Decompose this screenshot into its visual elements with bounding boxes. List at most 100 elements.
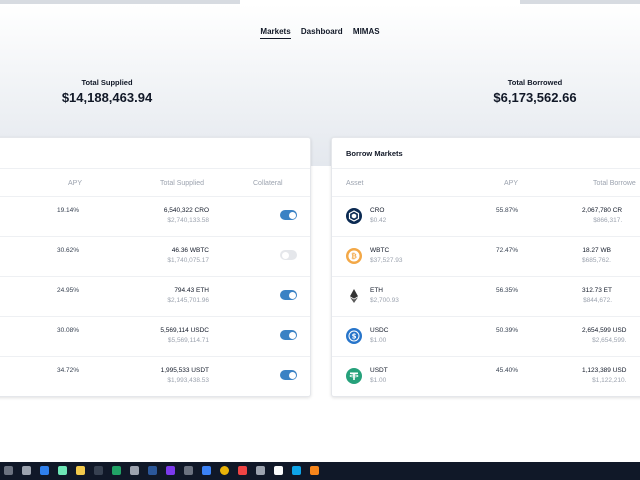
asset-price: $1.00 — [370, 337, 387, 344]
borrow-amount-usd: $844,672. — [583, 297, 612, 304]
total-supplied-value: $14,188,463.94 — [61, 90, 153, 105]
asset-name: USDT $1.00 — [370, 367, 388, 384]
borrow-row[interactable]: ETH $2,700.93 56.35% 312.73 ET $844,672. — [332, 277, 640, 317]
asset-symbol: USDC — [370, 327, 389, 334]
asset-price: $0.42 — [370, 217, 387, 224]
total-supplied-label: Total Supplied — [81, 78, 133, 87]
asset-symbol: WBTC — [370, 247, 390, 254]
total-borrowed-value: $6,173,562.66 — [493, 90, 577, 105]
collateral-toggle[interactable] — [280, 250, 297, 260]
apy-header: APY — [504, 180, 519, 187]
borrow-row[interactable]: USDT $1.00 45.40% 1,123,389 USD $1,122,210… — [332, 357, 640, 397]
asset-name: CRO $0.42 — [370, 207, 386, 224]
total-borrowed-stat: Total Borrowed $6,173,562.66 — [455, 78, 615, 105]
supply-apy: 24.95% — [56, 287, 79, 294]
supply-amount-usd: $2,145,701.96 — [167, 297, 209, 304]
borrow-amount-usd: $866,317. — [593, 217, 623, 224]
collateral-toggle[interactable] — [280, 210, 297, 220]
borrow-table-header: Asset APY Total Borrowe — [332, 169, 640, 197]
supply-row[interactable]: 30.08% 5,569,114 USDC $5,569,114.71 — [0, 317, 310, 357]
app-icon[interactable] — [184, 466, 193, 475]
asset-symbol: ETH — [370, 287, 383, 294]
supply-apy: 19.14% — [56, 207, 79, 214]
borrow-apy: 72.47% — [496, 247, 519, 254]
borrow-apy: 45.40% — [496, 367, 519, 374]
cro-icon — [346, 208, 362, 224]
collateral-toggle[interactable] — [280, 370, 297, 380]
borrow-amount-usd: $2,654,599. — [592, 337, 627, 344]
nav-markets[interactable]: Markets — [260, 27, 291, 39]
asset-header: Asset — [346, 180, 364, 187]
total-borrowed-header: Total Borrowe — [593, 180, 636, 187]
app-icon[interactable] — [22, 466, 31, 475]
top-nav: Markets Dashboard MIMAS — [0, 27, 640, 39]
metamask-icon[interactable] — [310, 466, 319, 475]
supply-table-header: APY Total Supplied Collateral — [0, 169, 310, 197]
collateral-toggle[interactable] — [280, 290, 297, 300]
supply-amount: 5,569,114 USDC $5,569,114.71 — [160, 327, 209, 344]
total-supplied-stat: Total Supplied $14,188,463.94 — [27, 78, 187, 105]
supply-apy: 30.08% — [56, 327, 79, 334]
borrow-amount-token: 2,067,780 CR — [582, 207, 623, 214]
supply-markets-card: APY Total Supplied Collateral 19.14% 6,5… — [0, 137, 311, 397]
taskbar — [0, 462, 640, 480]
app-icon[interactable] — [256, 466, 265, 475]
borrow-row[interactable]: ₿ WBTC $37,527.93 72.47% 18.27 WB $685,762… — [332, 237, 640, 277]
apy-header: APY — [68, 180, 83, 187]
chrome-icon[interactable] — [220, 466, 229, 475]
supply-amount-token: 46.36 WBTC — [171, 247, 209, 254]
app-icon[interactable] — [274, 466, 283, 475]
supply-row[interactable]: 24.95% 794.43 ETH $2,145,701.96 — [0, 277, 310, 317]
word-icon[interactable] — [148, 466, 157, 475]
asset-symbol: USDT — [370, 367, 388, 374]
nav-dashboard[interactable]: Dashboard — [301, 27, 343, 38]
supply-amount-usd: $1,740,075.17 — [167, 257, 209, 264]
supply-amount-usd: $2,740,133.58 — [167, 217, 209, 224]
borrow-amount-token: 2,654,599 USD — [582, 327, 627, 334]
supply-amount-token: 1,995,533 USDT — [160, 367, 209, 374]
borrow-amount: 1,123,389 USD $1,122,210. — [582, 367, 626, 384]
supply-row[interactable]: 34.72% 1,995,533 USDT $1,993,438.53 — [0, 357, 310, 397]
supply-amount-token: 6,540,322 CRO — [163, 207, 209, 214]
supply-row[interactable]: 30.62% 46.36 WBTC $1,740,075.17 — [0, 237, 310, 277]
app-icon[interactable] — [58, 466, 67, 475]
app-icon[interactable] — [238, 466, 247, 475]
supply-amount: 6,540,322 CRO $2,740,133.58 — [164, 207, 209, 224]
borrow-row[interactable]: $ USDC $1.00 50.39% 2,654,599 USD $2,654,5… — [332, 317, 640, 357]
nav-mimas[interactable]: MIMAS — [353, 27, 380, 38]
supply-row[interactable]: 19.14% 6,540,322 CRO $2,740,133.58 — [0, 197, 310, 237]
borrow-amount: 2,067,780 CR $866,317. — [582, 207, 622, 224]
collateral-toggle[interactable] — [280, 330, 297, 340]
borrow-apy: 50.39% — [496, 327, 519, 334]
borrow-markets-card: Borrow Markets Asset APY Total Borrowe C… — [331, 137, 640, 397]
borrow-card-title: Borrow Markets — [332, 138, 640, 169]
asset-name: WBTC $37,527.93 — [370, 247, 403, 264]
supply-amount: 46.36 WBTC $1,740,075.17 — [167, 247, 209, 264]
borrow-amount-token: 18.27 WB — [582, 247, 611, 254]
total-supplied-header: Total Supplied — [160, 180, 204, 187]
borrow-amount-token: 1,123,389 USD — [582, 367, 627, 374]
borrow-amount: 18.27 WB $685,762. — [582, 247, 611, 264]
asset-name: ETH $2,700.93 — [370, 287, 399, 304]
collateral-header: Collateral — [253, 180, 283, 187]
eth-icon — [350, 289, 358, 303]
borrow-amount: 2,654,599 USD $2,654,599. — [582, 327, 626, 344]
supply-amount-usd: $1,993,438.53 — [167, 377, 209, 384]
app-icon[interactable] — [292, 466, 301, 475]
excel-icon[interactable] — [112, 466, 121, 475]
terminal-icon[interactable] — [94, 466, 103, 475]
asset-price: $1.00 — [370, 377, 387, 384]
asset-symbol: CRO — [370, 207, 385, 214]
search-icon[interactable] — [4, 466, 13, 475]
usdc-icon: $ — [346, 328, 362, 344]
vscode-icon[interactable] — [40, 466, 49, 475]
explorer-icon[interactable] — [76, 466, 85, 475]
borrow-apy: 55.87% — [496, 207, 519, 214]
supply-card-title — [0, 138, 310, 169]
asset-price: $37,527.93 — [370, 257, 403, 264]
app-icon[interactable] — [166, 466, 175, 475]
app-icon[interactable] — [202, 466, 211, 475]
borrow-row[interactable]: CRO $0.42 55.87% 2,067,780 CR $866,317. — [332, 197, 640, 237]
borrow-amount: 312.73 ET $844,672. — [582, 287, 612, 304]
notepad-icon[interactable] — [130, 466, 139, 475]
